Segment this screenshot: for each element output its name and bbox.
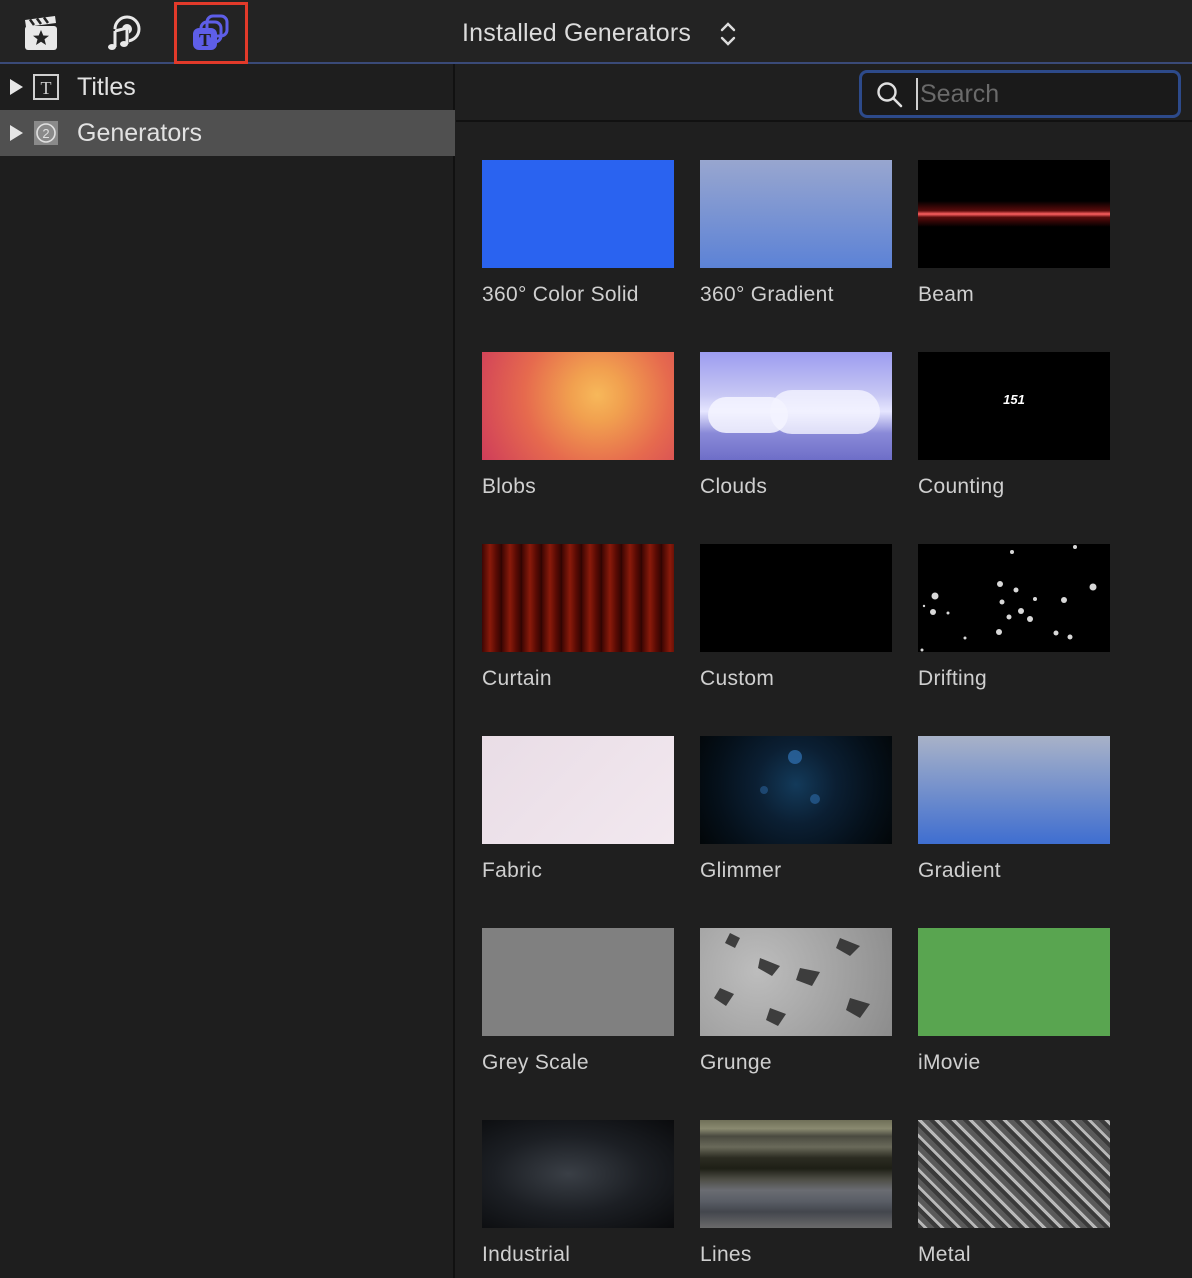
thumbnail: 151 [918, 352, 1110, 460]
tile-label: Gradient [918, 859, 1001, 882]
generator-tile-blobs[interactable]: Blobs [482, 352, 674, 499]
thumbnail [700, 928, 892, 1036]
tile-label: Counting [918, 475, 1005, 498]
tile-label: Blobs [482, 475, 537, 498]
search-input[interactable] [916, 78, 1172, 110]
counting-number: 151 [1003, 392, 1025, 407]
clapper-star-icon[interactable] [16, 8, 66, 58]
tile-label: Lines [700, 1243, 752, 1266]
toolbar: T Installed Generators [0, 0, 1192, 64]
generator-tile-glimmer[interactable]: Glimmer [700, 736, 892, 883]
search-icon [876, 81, 904, 114]
generator-tile-clouds[interactable]: Clouds [700, 352, 892, 499]
generator-tile-beam[interactable]: Beam [918, 160, 1110, 307]
tile-label: Beam [918, 283, 975, 306]
generator-browser: 360° Color Solid 360° Gradient Beam Blob… [456, 64, 1192, 1278]
tile-label: Glimmer [700, 859, 782, 882]
tile-label: 360° Gradient [700, 283, 834, 306]
photos-music-icon[interactable] [100, 8, 150, 58]
tile-label: Custom [700, 667, 775, 690]
thumbnail [918, 1120, 1110, 1228]
generator-tile-metal[interactable]: Metal [918, 1120, 1110, 1267]
thumbnail [918, 160, 1110, 268]
generator-tile-grey-scale[interactable]: Grey Scale [482, 928, 674, 1075]
title-t-icon: T [33, 74, 59, 100]
page-title[interactable]: Installed Generators [462, 19, 691, 48]
thumbnail [918, 544, 1110, 652]
svg-text:T: T [41, 78, 52, 98]
generator-tile-counting[interactable]: 151 Counting [918, 352, 1110, 499]
thumbnail [700, 160, 892, 268]
chevron-updown-icon[interactable] [718, 20, 738, 53]
generator-tile-360-gradient[interactable]: 360° Gradient [700, 160, 892, 307]
thumbnail [918, 736, 1110, 844]
generator-tile-industrial[interactable]: Industrial [482, 1120, 674, 1267]
thumbnail [482, 928, 674, 1036]
disclosure-triangle-icon[interactable] [10, 125, 23, 141]
generator-tile-lines[interactable]: Lines [700, 1120, 892, 1267]
tile-label: Industrial [482, 1243, 571, 1266]
thumbnail [482, 544, 674, 652]
generator-tile-grunge[interactable]: Grunge [700, 928, 892, 1075]
generator-tile-drifting[interactable]: Drifting [918, 544, 1110, 691]
generator-tile-imovie[interactable]: iMovie [918, 928, 1110, 1075]
disclosure-triangle-icon[interactable] [10, 79, 23, 95]
search-bar [456, 64, 1192, 122]
thumbnail [700, 544, 892, 652]
sidebar-item-label: Generators [77, 118, 203, 147]
generator-tile-curtain[interactable]: Curtain [482, 544, 674, 691]
thumbnail [482, 1120, 674, 1228]
tile-label: 360° Color Solid [482, 283, 639, 306]
tile-label: Fabric [482, 859, 543, 882]
generator-tile-fabric[interactable]: Fabric [482, 736, 674, 883]
tile-label: Clouds [700, 475, 768, 498]
sidebar-item-titles[interactable]: T Titles [0, 64, 455, 110]
tile-label: Curtain [482, 667, 552, 690]
thumbnail [700, 736, 892, 844]
generator-icon: 2 [33, 120, 59, 146]
sidebar-item-generators[interactable]: 2 Generators [0, 110, 455, 156]
thumbnail [918, 928, 1110, 1036]
titles-generators-icon[interactable]: T [174, 2, 248, 64]
thumbnail [482, 160, 674, 268]
sidebar: T Titles 2 Generators [0, 64, 455, 1278]
tile-label: Grunge [700, 1051, 772, 1074]
tile-label: Metal [918, 1243, 971, 1266]
thumbnail [700, 1120, 892, 1228]
thumbnail [482, 736, 674, 844]
tile-label: iMovie [918, 1051, 981, 1074]
sidebar-item-label: Titles [77, 72, 136, 101]
search-field[interactable] [859, 70, 1181, 118]
generator-tile-custom[interactable]: Custom [700, 544, 892, 691]
generator-tile-gradient[interactable]: Gradient [918, 736, 1110, 883]
svg-text:2: 2 [42, 126, 49, 141]
thumbnail [482, 352, 674, 460]
svg-text:T: T [199, 30, 211, 50]
tile-label: Drifting [918, 667, 987, 690]
tile-label: Grey Scale [482, 1051, 589, 1074]
generator-tile-360-color-solid[interactable]: 360° Color Solid [482, 160, 674, 307]
thumbnail [700, 352, 892, 460]
